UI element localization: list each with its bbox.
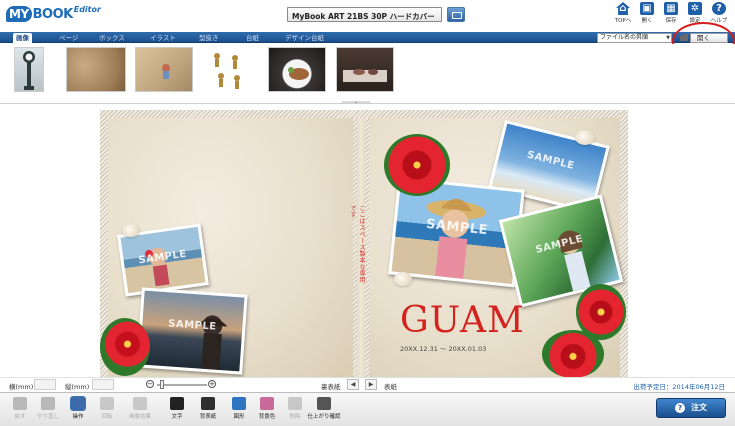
height-label: 縦(mm) [65,383,90,391]
top-header: MY BOOK Editor MyBook ART 21BS 30P ハードカバー … [0,0,735,31]
bleed-border-right [620,110,628,378]
zoom-slider-knob[interactable] [160,380,164,389]
next-page-button[interactable]: ▶ [365,379,377,390]
top-icon: ⌂ [616,2,630,15]
image-effect-icon [133,397,147,410]
cover-dates[interactable]: 20XX.12.31 ～ 20XX.01.03 [400,343,486,353]
delete-icon [288,397,302,410]
gear-button[interactable]: ✲ 設定 [683,2,707,24]
ship-date-text: 出荷予定日：2014年06月12日 [633,383,725,391]
thumbnail-clock-tower[interactable] [14,47,44,92]
tool-label: 操作 [72,414,84,420]
front-seashell-top[interactable] [575,130,595,145]
rotate-icon [100,397,114,410]
sort-order-select[interactable]: ファイル名の昇順 [597,33,672,43]
zoom-in-icon[interactable]: + [208,380,216,388]
operate-icon [70,396,86,411]
finish-check-icon [317,397,331,410]
spine-note-text: ここはスペース製本な専用です [349,205,365,283]
tool-label: 戻す [14,414,26,420]
save-icon: ▦ [664,2,678,15]
front-cover-label: 表紙 [384,383,397,391]
top-icon-bar: ⌂ TOPへ ▣ 開く ▦ 保存 ✲ 設定? ヘルプ [611,2,731,24]
back-cover-label: 裏表紙 [321,383,341,391]
top-button[interactable]: ⌂ TOPへ [611,2,635,24]
tool-label: 文字 [171,414,183,420]
tool-label: 画像効果 [128,414,151,420]
front-hibiscus-top[interactable] [384,134,450,196]
product-info-button[interactable] [447,7,465,22]
order-button[interactable]: ? 注文 [656,398,726,418]
width-label: 横(mm) [9,383,34,391]
redo-icon [41,397,55,410]
finish-check-tool[interactable]: 仕上がり確認 [307,397,341,420]
top-icon-label: 保存 [665,18,677,24]
text-tool[interactable]: 文字 [165,397,189,420]
tab-design-mount[interactable]: デザイン台紙 [282,33,327,43]
tab-box[interactable]: ボックス [96,33,128,43]
tool-bar: 戻す やり直し 操作 回転 画像効果 文字 背表紙 図形 背景色 削除 仕上がり確認 [0,392,735,426]
tab-cutout[interactable]: 型抜き [196,33,222,43]
zoom-slider[interactable] [157,384,207,386]
thumbnail-beach-toddler[interactable] [135,47,193,92]
tab-image[interactable]: 画像 [13,33,32,43]
sample-watermark: SAMPLE [525,149,576,172]
thumbnail-food-plate[interactable] [268,47,326,92]
order-icon: ? [675,402,685,413]
cover-title[interactable]: GUAM [400,300,525,341]
app-logo: MY BOOK Editor [6,4,101,22]
zoom-out-icon[interactable]: − [146,380,154,388]
status-bar: 横(mm) 縦(mm) − + 裏表紙 ◀ ▶ 表紙 出荷予定日：2014年06… [0,377,735,391]
top-icon-label: 開く [641,18,653,24]
tool-label: 仕上がり確認 [307,414,341,420]
spine-icon [201,397,215,410]
help-icon: ? [712,2,726,15]
bleed-border-top [100,110,628,118]
tool-label: 背表紙 [199,414,217,420]
undo-icon [13,397,27,410]
operate-tool[interactable]: 操作 [66,396,90,420]
tool-label: 図形 [233,414,245,420]
shape-tool[interactable]: 図形 [227,397,251,420]
open-folder-icon: ▣ [640,2,654,15]
order-button-label: 注文 [691,403,707,412]
top-icon-label: TOPへ [614,18,632,24]
background-color-tool[interactable]: 背景色 [255,397,279,420]
thumbnail-table-objects[interactable] [336,47,394,92]
tool-label: 削除 [289,414,301,420]
thumbnail-hula-illustrations[interactable] [204,47,248,92]
back-hibiscus-flower[interactable] [100,318,150,376]
front-hibiscus-bottom[interactable] [542,330,604,378]
help-button[interactable]: ? ヘルプ [707,2,731,24]
shape-icon [232,397,246,410]
height-input[interactable] [92,379,114,390]
prev-page-button[interactable]: ◀ [347,379,359,390]
tab-page[interactable]: ページ [56,33,81,43]
rotate-tool: 回転 [95,397,119,420]
tab-illust[interactable]: イラスト [147,33,179,43]
save-button[interactable]: ▦ 保存 [659,2,683,24]
tab-mount[interactable]: 台紙 [243,33,262,43]
back-photo-sunset[interactable]: SAMPLE [136,287,248,375]
background-color-icon [260,397,274,410]
tool-label: 背景色 [258,414,276,420]
tool-label: やり直し [36,414,59,420]
spine-tool[interactable]: 背表紙 [196,397,220,420]
tool-label: 回転 [101,414,113,420]
image-thumbnail-list [0,44,735,101]
redo-tool: やり直し [36,397,60,420]
front-seashell-bottom[interactable] [394,272,412,286]
product-name-field[interactable]: MyBook ART 21BS 30P ハードカバー [287,7,442,22]
thumbnail-sand[interactable] [66,47,126,92]
image-effect-tool: 画像効果 [128,397,152,420]
back-seashell[interactable] [122,224,140,237]
gear-icon: ✲ [688,2,702,15]
text-icon [170,397,184,410]
open-folder-button[interactable]: ▣ 開く [635,2,659,24]
delete-tool: 削除 [283,397,307,420]
width-input[interactable] [34,379,56,390]
mybook-editor-window: MY BOOK Editor MyBook ART 21BS 30P ハードカバー … [0,0,735,426]
undo-tool: 戻す [8,397,32,420]
